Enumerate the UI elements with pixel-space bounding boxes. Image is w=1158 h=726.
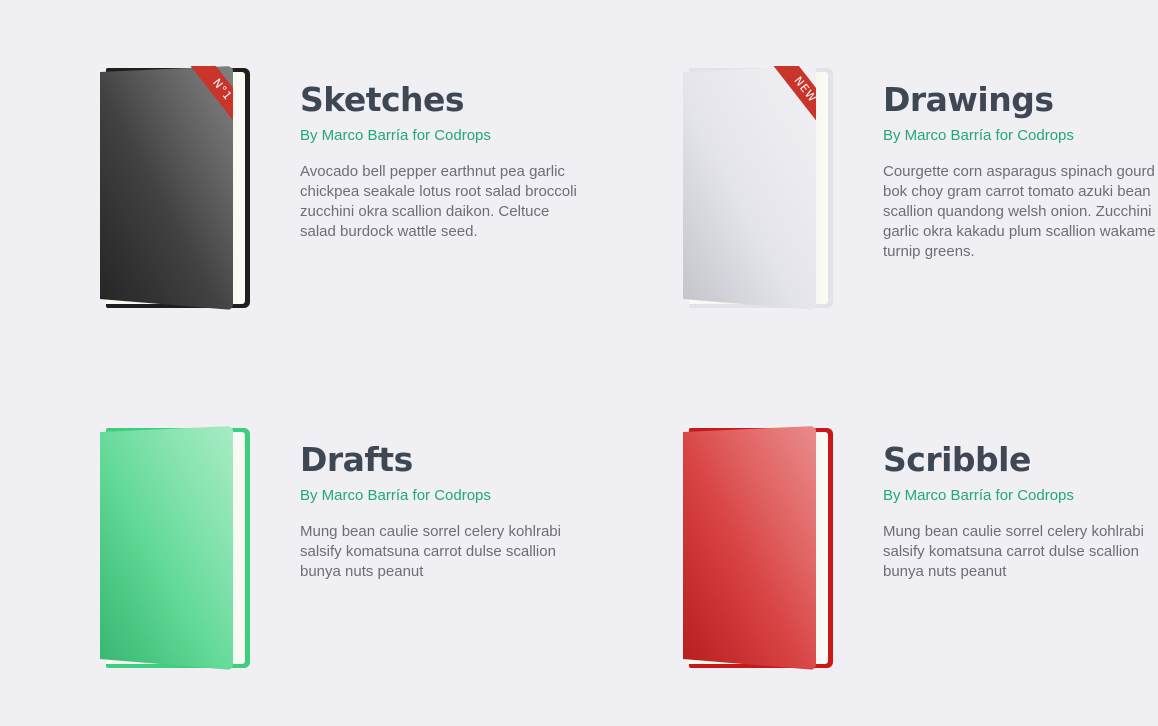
book-title[interactable]: Scribble	[883, 440, 1031, 479]
book-description: Avocado bell pepper earthnut pea garlic …	[300, 163, 577, 240]
book-author: By Marco Barría for Codrops	[300, 487, 491, 504]
book-cover-sketches[interactable]: N°1	[100, 66, 250, 310]
book-description: Mung bean caulie sorrel celery kohlrabi …	[883, 523, 1144, 580]
ribbon-badge: N°1	[183, 66, 233, 128]
cover-shade	[683, 426, 816, 670]
book-description: Mung bean caulie sorrel celery kohlrabi …	[300, 523, 561, 580]
book-card-drawings[interactable]: NEW Drawings By Marco Barría for Codrops…	[683, 66, 1158, 366]
book-author: By Marco Barría for Codrops	[883, 487, 1074, 504]
book-title[interactable]: Drafts	[300, 440, 413, 479]
book-title[interactable]: Sketches	[300, 80, 465, 119]
book-author: By Marco Barría for Codrops	[300, 127, 491, 144]
book-card-drafts[interactable]: Drafts By Marco Barría for Codrops Mung …	[100, 426, 620, 726]
book-title[interactable]: Drawings	[883, 80, 1054, 119]
ribbon-badge: NEW	[766, 66, 816, 128]
book-cover-drafts[interactable]	[100, 426, 250, 670]
book-author: By Marco Barría for Codrops	[883, 127, 1074, 144]
book-cover-scribble[interactable]	[683, 426, 833, 670]
cover-shade	[100, 426, 233, 670]
book-description: Courgette corn asparagus spinach gourd b…	[883, 163, 1156, 260]
book-card-sketches[interactable]: N°1 Sketches By Marco Barría for Codrops…	[100, 66, 620, 366]
book-card-scribble[interactable]: Scribble By Marco Barría for Codrops Mun…	[683, 426, 1158, 726]
ribbon-label: N°1	[186, 66, 233, 128]
book-cover-drawings[interactable]: NEW	[683, 66, 833, 310]
ribbon-label: NEW	[769, 66, 816, 128]
